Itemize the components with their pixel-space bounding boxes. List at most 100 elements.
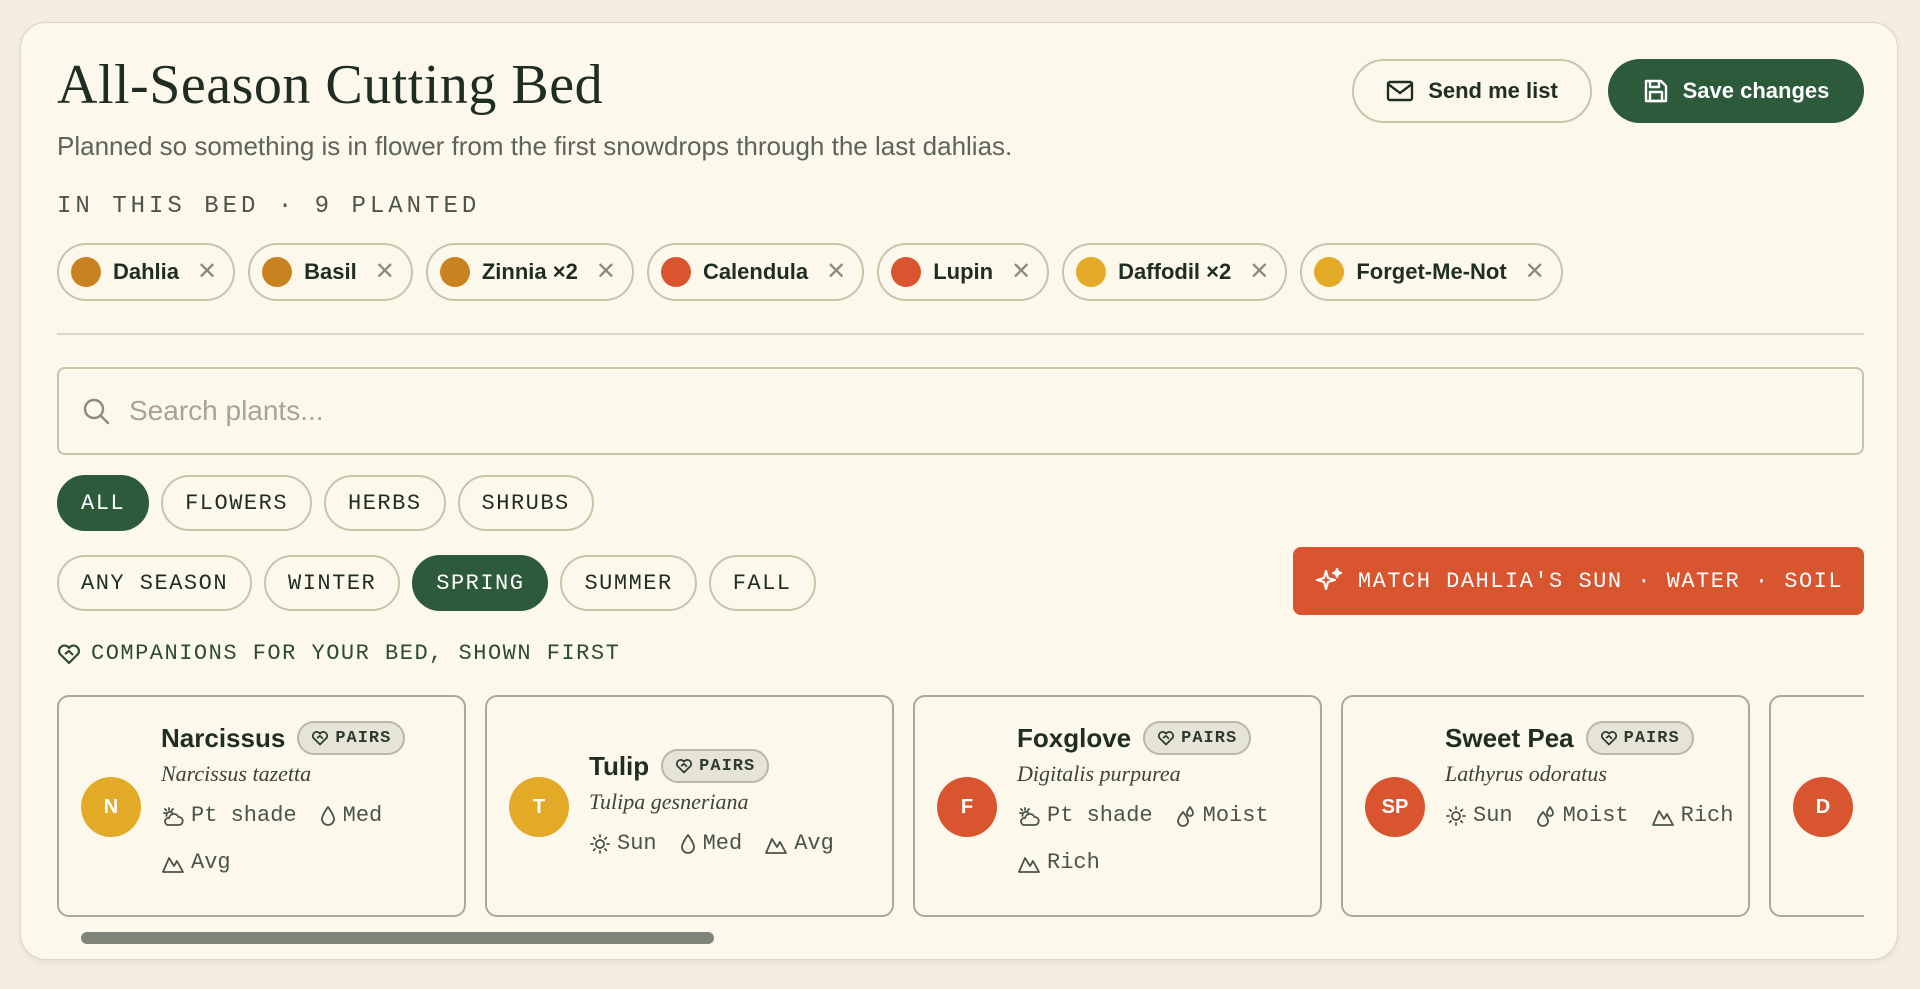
card-body: Tulip PAIRS Tulipa gesneriana Sun Med Avg [589, 749, 882, 856]
planted-chip[interactable]: Forget-Me-Not ✕ [1300, 243, 1563, 301]
remove-icon[interactable]: ✕ [1249, 260, 1269, 284]
planted-chip[interactable]: Basil ✕ [248, 243, 413, 301]
send-list-label: Send me list [1428, 78, 1558, 103]
sun-value: Sun [617, 831, 657, 856]
remove-icon[interactable]: ✕ [1011, 260, 1031, 284]
soil-icon [161, 852, 185, 874]
planted-chip-label: Basil [304, 259, 357, 284]
season-filters: ANY SEASON WINTER SPRING SUMMER FALL [57, 555, 816, 611]
season-filter-pill[interactable]: SPRING [412, 555, 549, 611]
remove-icon[interactable]: ✕ [596, 260, 616, 284]
search-icon [83, 398, 110, 425]
name-row: Foxglove PAIRS [1017, 721, 1310, 755]
type-filter-pill[interactable]: ALL [57, 475, 150, 531]
pairs-badge: PAIRS [297, 721, 406, 755]
remove-icon[interactable]: ✕ [826, 260, 846, 284]
partial-shade-icon [161, 805, 185, 827]
companion-card[interactable]: SP Sweet Pea PAIRS Lathyrus odoratus Sun Mois… [1341, 695, 1750, 917]
planted-chip[interactable]: Zinnia ×2 ✕ [425, 243, 634, 301]
sun-attribute: Pt shade [1017, 803, 1153, 828]
type-filter-pill[interactable]: SHRUBS [457, 475, 594, 531]
sun-icon [1445, 805, 1467, 827]
latin-name: Narcissus tazetta [161, 761, 312, 786]
partial-shade-icon [1017, 805, 1041, 827]
pairs-badge: PAIRS [1585, 721, 1694, 755]
pairs-badge: PAIRS [1143, 721, 1252, 755]
name-row: Narcissus PAIRS [161, 721, 454, 755]
carousel-scrollbar[interactable] [81, 932, 714, 944]
water-value: Med [702, 831, 743, 856]
planted-chip[interactable]: Dahlia ✕ [57, 243, 236, 301]
avatar: SP [1365, 777, 1425, 837]
plant-name: Tulip [589, 750, 650, 781]
soil-attribute: Rich [1651, 803, 1734, 828]
color-dot [439, 257, 470, 287]
type-filters: ALL FLOWERS HERBS SHRUBS [57, 475, 594, 531]
sun-value: Pt shade [191, 803, 297, 828]
season-filter-pill[interactable]: ANY SEASON [57, 555, 253, 611]
soil-icon [764, 833, 788, 855]
remove-icon[interactable]: ✕ [375, 260, 395, 284]
planted-chip[interactable]: Daffodil ×2 ✕ [1062, 243, 1288, 301]
companion-carousel[interactable]: N Narcissus PAIRS Narcissus tazetta Pt shade… [57, 695, 1864, 945]
planted-chips: Dahlia ✕ Basil ✕ Zinnia ×2 ✕ Calendula ✕ Lupin ✕ D… [57, 243, 1563, 301]
page-title: All-Season Cutting Bed [57, 54, 604, 116]
growing-conditions: Pt shade Moist Rich [1017, 803, 1310, 875]
water-value: Med [342, 803, 383, 828]
sun-attribute: Sun [589, 831, 657, 856]
bed-panel: All-Season Cutting Bed Planned so someth… [20, 22, 1898, 960]
search-input[interactable] [127, 394, 1862, 428]
plant-name: Narcissus [161, 722, 286, 753]
color-dot [891, 257, 922, 287]
season-filter-pill[interactable]: WINTER [264, 555, 401, 611]
soil-attribute: Avg [161, 850, 231, 875]
mail-icon [1387, 80, 1414, 102]
season-filter-pill[interactable]: FALL [708, 555, 816, 611]
card-body: Sweet Pea PAIRS Lathyrus odoratus Sun Moist R… [1445, 721, 1738, 828]
water-value: Moist [1202, 803, 1269, 828]
planted-chip-label: Forget-Me-Not [1356, 259, 1507, 284]
soil-attribute: Avg [764, 831, 834, 856]
soil-value: Rich [1680, 803, 1734, 828]
color-dot [1314, 257, 1345, 287]
type-filter-pill[interactable]: FLOWERS [161, 475, 313, 531]
avatar: N [81, 777, 141, 837]
remove-icon[interactable]: ✕ [1525, 260, 1545, 284]
planted-chip-label: Daffodil ×2 [1118, 259, 1232, 284]
companion-card[interactable]: T Tulip PAIRS Tulipa gesneriana Sun Med Avg [485, 695, 894, 917]
save-icon [1644, 79, 1667, 103]
sun-attribute: Pt shade [161, 803, 297, 828]
soil-icon [1017, 852, 1041, 874]
planted-chip[interactable]: Lupin ✕ [877, 243, 1050, 301]
growing-conditions: Sun Moist Rich [1445, 803, 1738, 828]
companion-card[interactable]: N Narcissus PAIRS Narcissus tazetta Pt shade… [57, 695, 466, 917]
water-value: Moist [1562, 803, 1629, 828]
drop-icon [679, 833, 697, 855]
pairs-icon [1600, 730, 1618, 746]
latin-name: Lathyrus odoratus [1445, 761, 1607, 786]
water-attribute: Med [679, 831, 743, 856]
match-conditions-label: MATCH DAHLIA'S SUN · WATER · SOIL [1357, 568, 1844, 594]
type-filter-pill[interactable]: HERBS [324, 475, 446, 531]
planted-chip[interactable]: Calendula ✕ [646, 243, 865, 301]
season-filter-pill[interactable]: SUMMER [560, 555, 697, 611]
growing-conditions: Pt shade Med Avg [161, 803, 454, 875]
plant-name: Foxglove [1017, 722, 1132, 753]
pairs-icon [675, 758, 693, 774]
save-changes-button[interactable]: Save changes [1608, 59, 1864, 123]
water-attribute: Med [319, 803, 383, 828]
water-attribute: Moist [1175, 803, 1269, 828]
growing-conditions: Sun Med Avg [589, 831, 882, 856]
planted-chip-label: Zinnia ×2 [481, 259, 578, 284]
soil-icon [1651, 805, 1675, 827]
companion-card[interactable]: F Foxglove PAIRS Digitalis purpurea Pt shade… [913, 695, 1322, 917]
remove-icon[interactable]: ✕ [197, 260, 217, 284]
planted-chip-label: Calendula [702, 259, 809, 284]
soil-value: Avg [191, 850, 231, 875]
companion-card[interactable]: D [1769, 695, 1864, 917]
sparkle-icon [1315, 567, 1343, 591]
sun-attribute: Sun [1445, 803, 1513, 828]
send-list-button[interactable]: Send me list [1352, 59, 1592, 123]
match-conditions-button[interactable]: MATCH DAHLIA'S SUN · WATER · SOIL [1293, 547, 1864, 615]
companions-label-row: COMPANIONS FOR YOUR BED, SHOWN FIRST [57, 641, 620, 666]
